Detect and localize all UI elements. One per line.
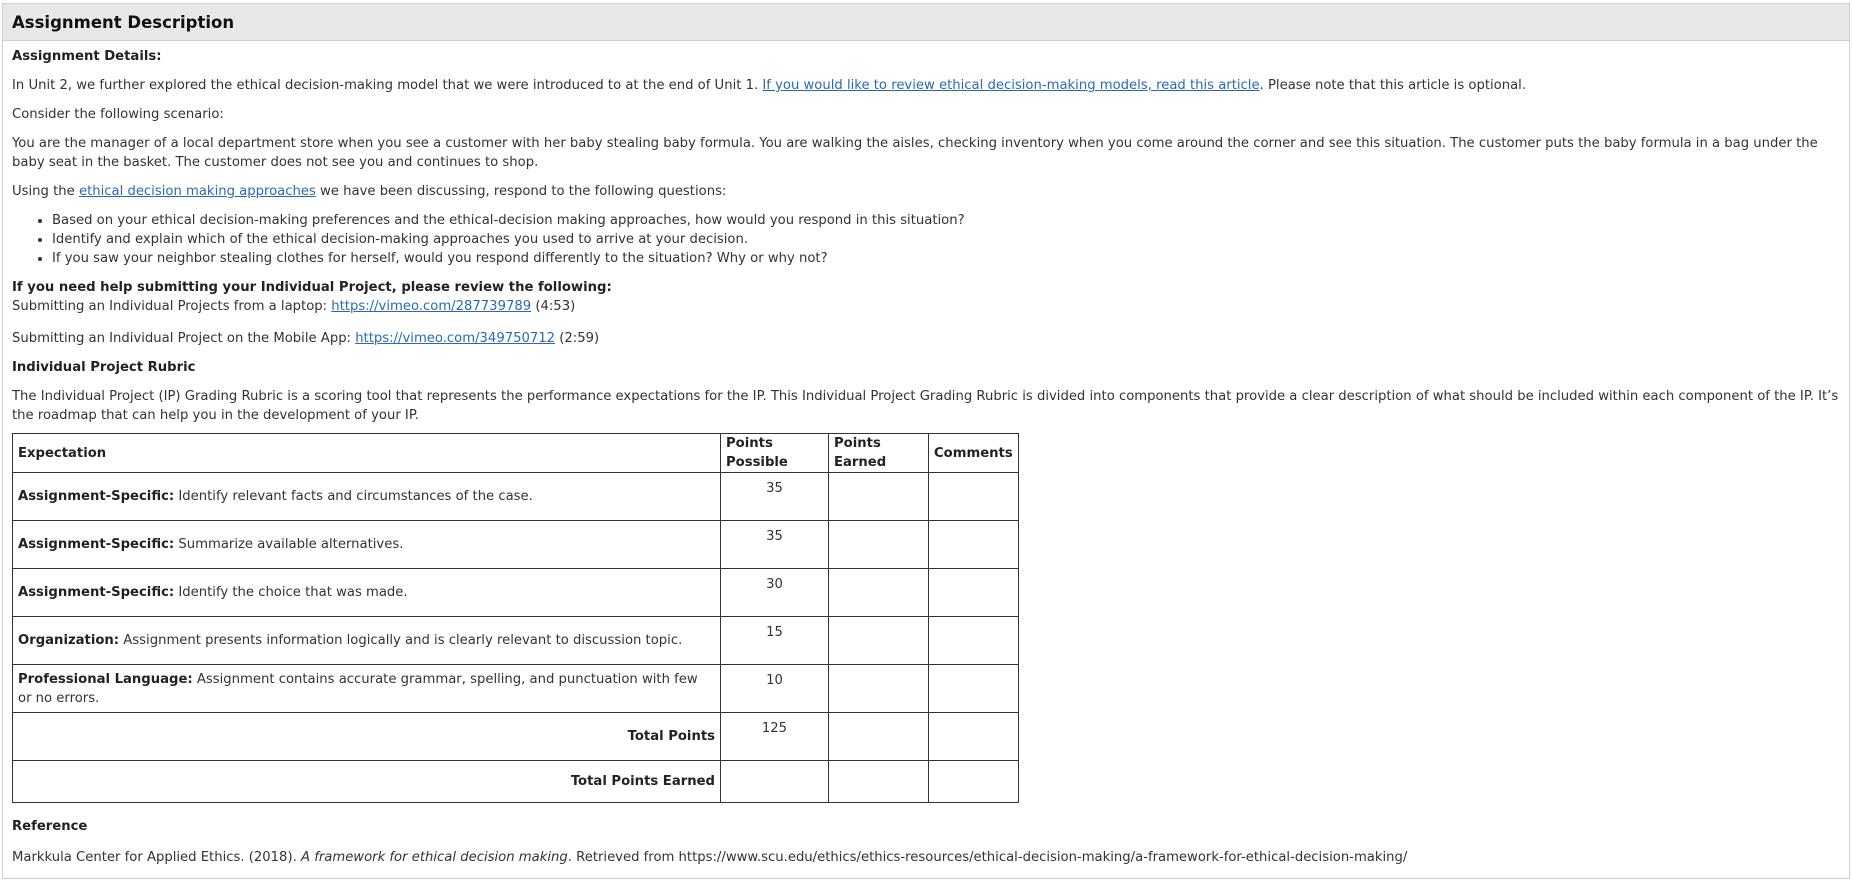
points-possible-cell: 10 [720, 664, 829, 713]
ethical-approaches-link[interactable]: ethical decision making approaches [79, 184, 316, 199]
question-item: If you saw your neighbor stealing clothe… [52, 249, 1840, 268]
points-earned-cell [828, 616, 929, 665]
consider-paragraph: Consider the following scenario: [12, 107, 224, 122]
rubric-table: Expectation Points Possible Points Earne… [12, 433, 1019, 803]
total-earned-row: Total Points Earned [12, 760, 1019, 803]
points-earned-cell [828, 520, 929, 569]
rubric-row: Professional Language: Assignment contai… [12, 664, 1019, 713]
points-possible-cell: 35 [720, 472, 829, 521]
header-comments: Comments [928, 433, 1019, 473]
mobile-help-line: Submitting an Individual Project on the … [12, 331, 600, 346]
rubric-row: Assignment-Specific: Identify relevant f… [12, 472, 1019, 521]
points-possible-cell: 30 [720, 568, 829, 617]
comments-cell [928, 472, 1019, 521]
points-earned-cell [828, 664, 929, 713]
rubric-row: Assignment-Specific: Identify the choice… [12, 568, 1019, 617]
total-points-comments-blank [928, 712, 1019, 761]
help-heading: If you need help submitting your Individ… [12, 280, 612, 295]
points-earned-cell [828, 568, 929, 617]
rubric-description: The Individual Project (IP) Grading Rubr… [12, 389, 1839, 423]
comments-cell [928, 616, 1019, 665]
total-points-row: Total Points 125 [12, 712, 1019, 761]
expectation-cell: Professional Language: Assignment contai… [12, 664, 721, 713]
total-earned-comments-blank [928, 760, 1019, 803]
points-possible-cell: 15 [720, 616, 829, 665]
questions-list: Based on your ethical decision-making pr… [12, 211, 1840, 268]
panel-title: Assignment Description [12, 12, 235, 32]
using-paragraph: Using the ethical decision making approa… [12, 184, 727, 199]
points-earned-cell [828, 472, 929, 521]
assignment-details-heading: Assignment Details: [12, 49, 162, 64]
rubric-row: Organization: Assignment presents inform… [12, 616, 1019, 665]
rubric-heading: Individual Project Rubric [12, 360, 196, 375]
expectation-cell: Organization: Assignment presents inform… [12, 616, 721, 665]
panel-body: Assignment Details: In Unit 2, we furthe… [3, 47, 1849, 867]
header-expectation: Expectation [12, 433, 721, 473]
comments-cell [928, 520, 1019, 569]
intro-paragraph: In Unit 2, we further explored the ethic… [12, 78, 1527, 93]
header-points-earned: Points Earned [828, 433, 929, 473]
total-points-label: Total Points [12, 712, 721, 761]
panel-header: Assignment Description [3, 4, 1849, 41]
comments-cell [928, 568, 1019, 617]
question-item: Identify and explain which of the ethica… [52, 230, 1840, 249]
rubric-header-row: Expectation Points Possible Points Earne… [12, 433, 1019, 473]
laptop-help-line: Submitting an Individual Projects from a… [12, 299, 576, 314]
total-earned-label: Total Points Earned [12, 760, 721, 803]
assignment-description-panel: Assignment Description Assignment Detail… [2, 3, 1850, 879]
expectation-cell: Assignment-Specific: Identify the choice… [12, 568, 721, 617]
review-models-article-link[interactable]: If you would like to review ethical deci… [762, 78, 1259, 93]
scenario-paragraph: You are the manager of a local departmen… [12, 136, 1818, 170]
total-points-value: 125 [720, 712, 829, 761]
mobile-video-link[interactable]: https://vimeo.com/349750712 [355, 331, 555, 346]
comments-cell [928, 664, 1019, 713]
laptop-video-link[interactable]: https://vimeo.com/287739789 [331, 299, 531, 314]
rubric-row: Assignment-Specific: Summarize available… [12, 520, 1019, 569]
expectation-cell: Assignment-Specific: Summarize available… [12, 520, 721, 569]
total-earned-value [720, 760, 829, 803]
reference-heading: Reference [12, 819, 88, 834]
total-earned-blank [828, 760, 929, 803]
header-points-possible: Points Possible [720, 433, 829, 473]
total-points-earned-blank [828, 712, 929, 761]
points-possible-cell: 35 [720, 520, 829, 569]
expectation-cell: Assignment-Specific: Identify relevant f… [12, 472, 721, 521]
reference-citation: Markkula Center for Applied Ethics. (201… [12, 850, 1408, 865]
question-item: Based on your ethical decision-making pr… [52, 211, 1840, 230]
